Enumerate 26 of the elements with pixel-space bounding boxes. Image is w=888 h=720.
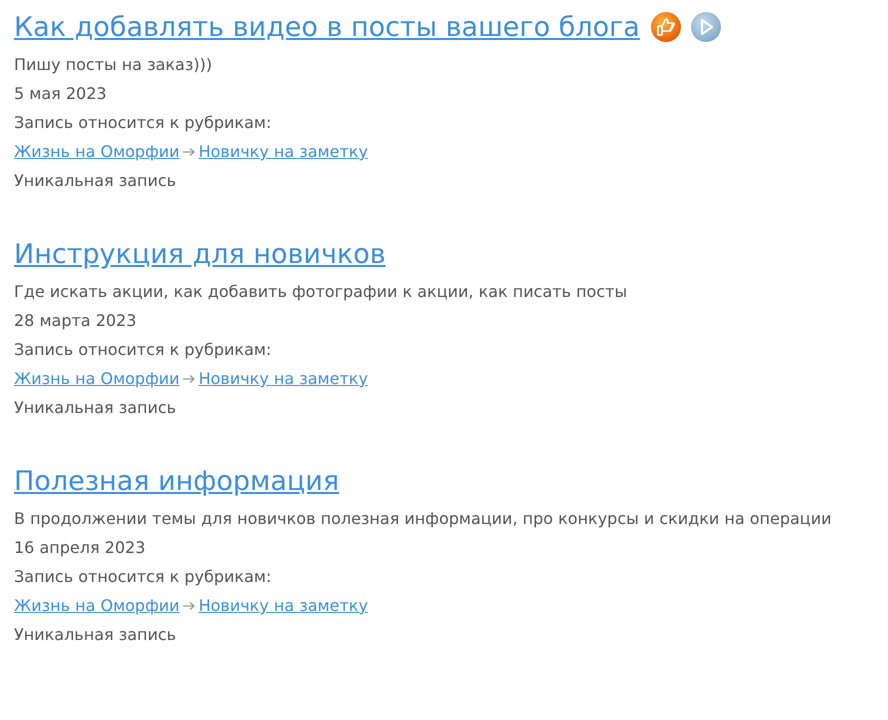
post-date: 16 апреля 2023: [14, 537, 146, 559]
post-description: Где искать акции, как добавить фотографии к акции, как писать посты: [14, 281, 628, 303]
categories-label: Запись относится к рубрикам:: [14, 339, 272, 361]
arrow-icon: [182, 374, 196, 384]
category-link[interactable]: Новичку на заметку: [198, 137, 368, 166]
categories-label: Запись относится к рубрикам:: [14, 112, 272, 134]
post-title-link[interactable]: Полезная информация: [14, 466, 340, 496]
category-link[interactable]: Жизнь на Оморфии: [14, 137, 180, 166]
post-date: 28 марта 2023: [14, 310, 138, 332]
arrow-icon: [182, 600, 196, 610]
thumbs-up-icon[interactable]: [650, 11, 682, 43]
category-link[interactable]: Жизнь на Оморфии: [14, 591, 180, 620]
post-note: Уникальная запись: [14, 170, 178, 192]
post-date: 5 мая 2023: [14, 83, 108, 105]
post-title-link[interactable]: Как добавлять видео в посты вашего блога: [14, 12, 640, 42]
play-icon[interactable]: [690, 11, 722, 43]
category-link[interactable]: Новичку на заметку: [198, 364, 368, 393]
categories-label: Запись относится к рубрикам:: [14, 566, 272, 588]
post-note: Уникальная запись: [14, 397, 178, 419]
category-link[interactable]: Новичку на заметку: [198, 591, 368, 620]
category-link[interactable]: Жизнь на Оморфии: [14, 364, 180, 393]
post-description: В продолжении темы для новичков полезная информации, про конкурсы и скидки на операции: [14, 508, 832, 530]
post-note: Уникальная запись: [14, 624, 178, 646]
arrow-icon: [182, 146, 196, 156]
post-description: Пишу посты на заказ))): [14, 54, 214, 76]
post-title-link[interactable]: Инструкция для новичков: [14, 238, 386, 270]
